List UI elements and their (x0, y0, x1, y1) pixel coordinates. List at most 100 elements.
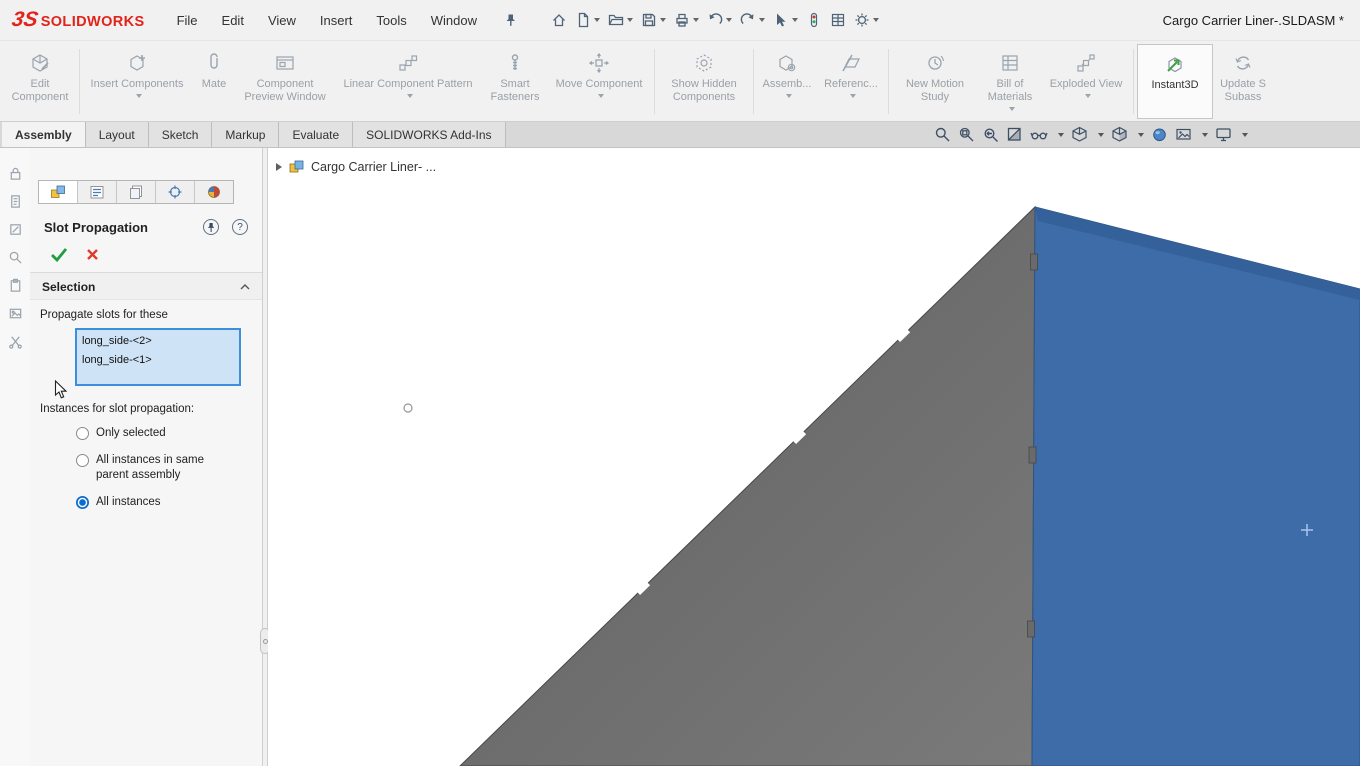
pm-tab-propertymanager[interactable] (78, 181, 117, 203)
zoom-to-fit-icon[interactable] (934, 126, 951, 143)
radio-circle[interactable] (76, 454, 89, 467)
select-icon[interactable] (769, 9, 802, 31)
zoom-to-area-icon[interactable] (958, 126, 975, 143)
ribbon-reference-geometry[interactable]: Referenc... (817, 44, 885, 119)
dropdown-caret-icon[interactable] (1085, 94, 1091, 98)
ribbon-insert-components[interactable]: Insert Components (83, 44, 191, 119)
ribbon-mate[interactable]: Mate (191, 44, 237, 119)
cancel-button[interactable] (86, 248, 99, 261)
previous-view-icon[interactable] (982, 126, 999, 143)
model-canvas[interactable] (268, 148, 1360, 766)
dropdown-caret-icon[interactable] (1009, 107, 1015, 111)
dropdown-caret-icon[interactable] (873, 18, 879, 22)
left-strip-magnifier-icon[interactable] (8, 250, 23, 265)
menu-tools[interactable]: Tools (376, 13, 406, 28)
collapse-chevron-icon[interactable] (240, 284, 250, 290)
selection-group-header[interactable]: Selection (30, 273, 262, 300)
print-icon[interactable] (670, 9, 703, 31)
menu-view[interactable]: View (268, 13, 296, 28)
pm-tab-displaymanager[interactable] (195, 181, 233, 203)
dropdown-caret-icon[interactable] (1098, 133, 1104, 137)
dropdown-caret-icon[interactable] (1058, 133, 1064, 137)
tab-assembly[interactable]: Assembly (2, 122, 86, 147)
new-document-icon[interactable] (571, 9, 604, 31)
home-icon[interactable] (547, 9, 571, 31)
left-strip-image-icon[interactable] (8, 306, 23, 321)
selection-listbox[interactable]: long_side-<2> long_side-<1> (75, 328, 241, 386)
left-strip-lock-icon[interactable] (8, 166, 23, 181)
redo-icon[interactable] (736, 9, 769, 31)
rebuild-icon[interactable] (802, 9, 826, 31)
pin-menu-icon[interactable] (505, 13, 517, 27)
dropdown-caret-icon[interactable] (850, 94, 856, 98)
ribbon-show-hidden-components[interactable]: Show Hidden Components (658, 44, 750, 119)
dropdown-caret-icon[interactable] (693, 18, 699, 22)
dropdown-caret-icon[interactable] (1202, 133, 1208, 137)
radio-circle-selected[interactable] (76, 496, 89, 509)
ribbon-edit-component[interactable]: Edit Component (4, 44, 76, 119)
dropdown-caret-icon[interactable] (1242, 133, 1248, 137)
ribbon-bill-of-materials[interactable]: Bill of Materials (978, 44, 1042, 119)
open-icon[interactable] (604, 9, 637, 31)
undo-icon[interactable] (703, 9, 736, 31)
tab-solidworks-add-ins[interactable]: SOLIDWORKS Add-Ins (353, 122, 505, 147)
pm-tab-configurationmanager[interactable] (117, 181, 156, 203)
breadcrumb-expand-icon[interactable] (276, 163, 282, 171)
menu-edit[interactable]: Edit (222, 13, 244, 28)
dropdown-caret-icon[interactable] (1138, 133, 1144, 137)
ribbon-smart-fasteners[interactable]: Smart Fasteners (483, 44, 547, 119)
selection-list-item[interactable]: long_side-<1> (82, 351, 234, 370)
dropdown-caret-icon[interactable] (792, 18, 798, 22)
ribbon-new-motion-study[interactable]: New Motion Study (892, 44, 978, 119)
radio-all-instances-same-parent[interactable]: All instances in same parent assembly (76, 453, 262, 484)
dropdown-caret-icon[interactable] (598, 94, 604, 98)
save-icon[interactable] (637, 9, 670, 31)
ribbon-instant3d[interactable]: Instant3D (1137, 44, 1213, 119)
ribbon-linear-component-pattern[interactable]: Linear Component Pattern (333, 44, 483, 119)
dropdown-caret-icon[interactable] (759, 18, 765, 22)
menu-file[interactable]: File (177, 13, 198, 28)
dropdown-caret-icon[interactable] (660, 18, 666, 22)
model-face-blue-selected[interactable] (1032, 207, 1360, 766)
dropdown-caret-icon[interactable] (136, 94, 142, 98)
hide-show-items-icon[interactable] (1030, 126, 1048, 143)
pm-tab-dimxpertmanager[interactable] (156, 181, 195, 203)
options-gear-icon[interactable] (850, 9, 883, 31)
left-strip-scissors-icon[interactable] (8, 334, 23, 349)
radio-only-selected[interactable]: Only selected (76, 426, 262, 442)
edit-appearance-icon[interactable] (1151, 126, 1168, 143)
breadcrumb[interactable]: Cargo Carrier Liner- ... (276, 159, 436, 174)
graphics-area[interactable]: Cargo Carrier Liner- ... (268, 148, 1360, 766)
view-orientation-icon[interactable] (1111, 126, 1128, 143)
tab-evaluate[interactable]: Evaluate (279, 122, 353, 147)
dropdown-caret-icon[interactable] (627, 18, 633, 22)
dropdown-caret-icon[interactable] (786, 94, 792, 98)
ok-button[interactable] (50, 247, 68, 262)
ribbon-exploded-view[interactable]: Exploded View (1042, 44, 1130, 119)
view-settings-icon[interactable] (1215, 126, 1232, 143)
left-strip-clipboard-icon[interactable] (8, 278, 23, 293)
keep-visible-pin-icon[interactable] (203, 219, 219, 235)
tab-layout[interactable]: Layout (86, 122, 149, 147)
ribbon-component-preview-window[interactable]: Component Preview Window (237, 44, 333, 119)
file-properties-icon[interactable] (826, 9, 850, 31)
ribbon-assembly-features[interactable]: Assemb... (757, 44, 817, 119)
selection-list-item[interactable]: long_side-<2> (82, 332, 234, 351)
menu-insert[interactable]: Insert (320, 13, 353, 28)
radio-all-instances[interactable]: All instances (76, 495, 262, 511)
model-face-gray[interactable] (460, 207, 1035, 766)
tab-sketch[interactable]: Sketch (149, 122, 213, 147)
display-style-icon[interactable] (1071, 126, 1088, 143)
left-strip-document-icon[interactable] (8, 194, 23, 209)
apply-scene-icon[interactable] (1175, 126, 1192, 143)
dropdown-caret-icon[interactable] (594, 18, 600, 22)
dropdown-caret-icon[interactable] (726, 18, 732, 22)
dropdown-caret-icon[interactable] (407, 94, 413, 98)
radio-circle[interactable] (76, 427, 89, 440)
ribbon-update-subassemblies[interactable]: Update S Subass (1213, 44, 1273, 119)
tab-markup[interactable]: Markup (212, 122, 279, 147)
menu-window[interactable]: Window (431, 13, 477, 28)
left-strip-note-icon[interactable] (8, 222, 23, 237)
help-icon[interactable]: ? (232, 219, 248, 235)
pm-tab-featuremanager[interactable] (39, 181, 78, 203)
